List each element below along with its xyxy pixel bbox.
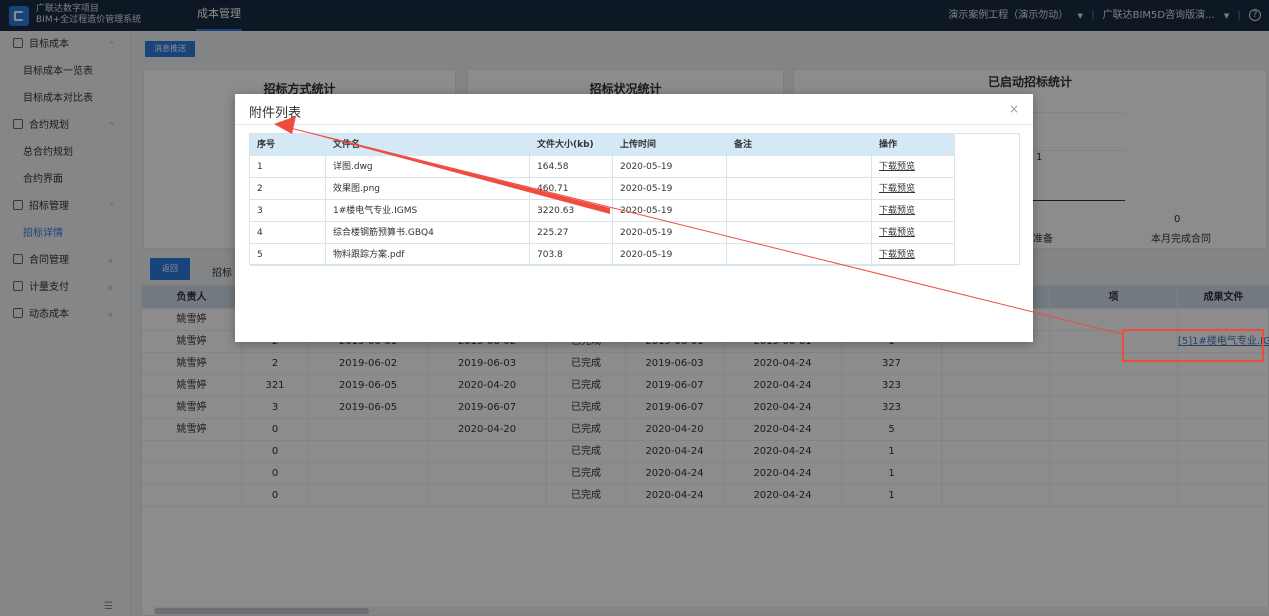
- app-window: 广联达数字项目 BIM+全过程造价管理系统 成本管理 演示案例工程（演示勿动） …: [0, 0, 1269, 616]
- arrow-shaft: [290, 128, 610, 214]
- arrow-thin-line: [289, 127, 1123, 335]
- arrow-head: [274, 116, 296, 134]
- annotation-arrow: [274, 116, 1123, 335]
